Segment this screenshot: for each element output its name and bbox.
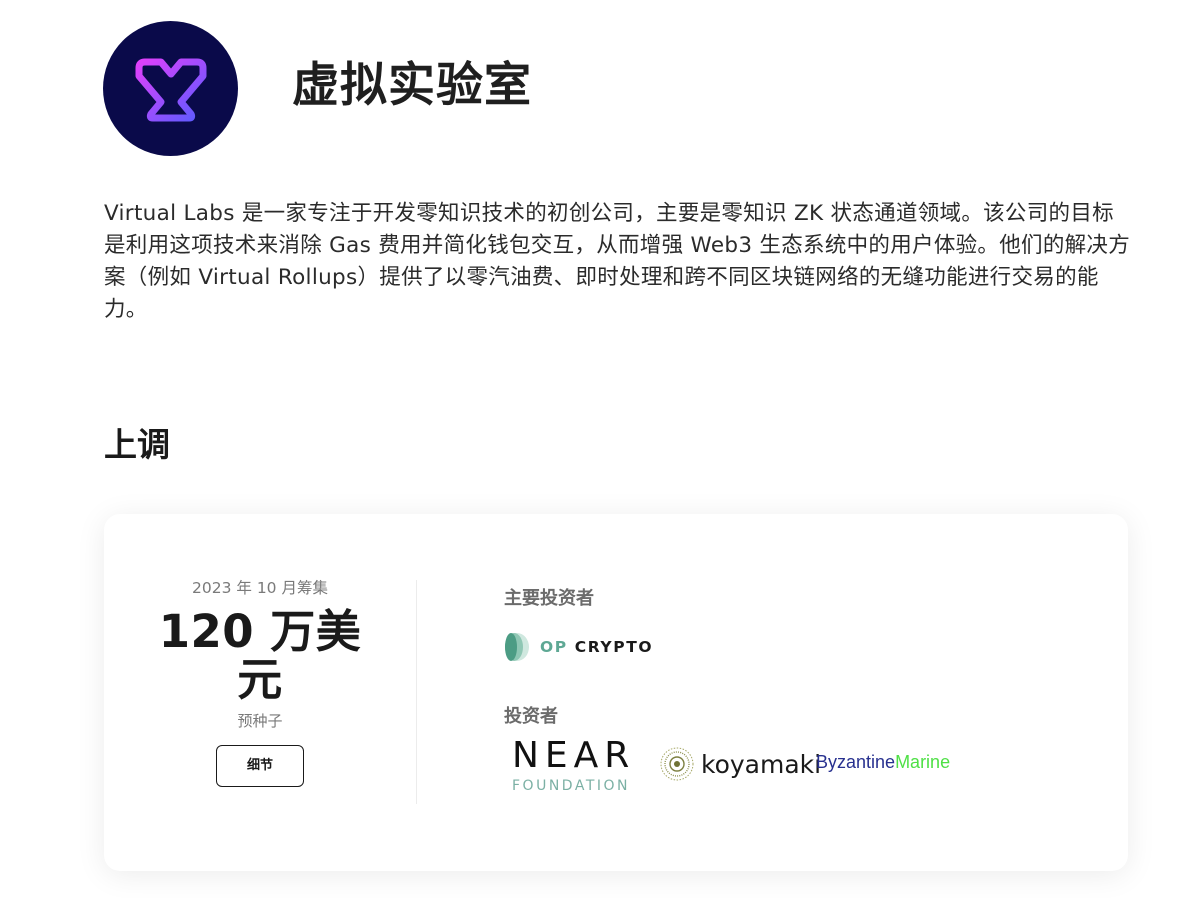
near-foundation-sub: FOUNDATION xyxy=(512,778,630,794)
op-crypto-logo[interactable]: OP CRYPTO xyxy=(504,632,653,662)
op-crypto-icon xyxy=(505,633,529,661)
company-title: 虚拟实验室 xyxy=(292,58,532,113)
round-date: 2023 年 10 月筹集 xyxy=(192,579,328,597)
koyamaki-logo[interactable]: koyamaki xyxy=(659,746,821,782)
details-button[interactable]: 细节 xyxy=(216,745,304,787)
funding-round-card: 2023 年 10 月筹集 120 万美元 预种子 细节 主要投资者 OP CR… xyxy=(104,514,1128,871)
round-stage: 预种子 xyxy=(237,712,283,730)
company-description: Virtual Labs 是一家专注于开发零知识技术的初创公司，主要是零知识 Z… xyxy=(104,201,1131,322)
virtual-labs-logo-icon xyxy=(135,58,206,121)
funding-section-heading: 上调 xyxy=(104,425,170,464)
koyamaki-emblem-icon xyxy=(660,747,694,781)
byzantine-marine-name-part2: Marine xyxy=(895,752,951,772)
round-amount: 120 万美元 xyxy=(158,605,362,706)
investors-label: 投资者 xyxy=(504,706,558,727)
near-foundation-name: NEAR xyxy=(512,735,636,776)
lead-investors-label: 主要投资者 xyxy=(504,588,594,609)
near-foundation-logo[interactable]: NEAR FOUNDATION xyxy=(512,735,636,795)
koyamaki-name: koyamaki xyxy=(701,749,822,779)
card-divider xyxy=(416,580,417,804)
company-logo xyxy=(103,21,238,156)
op-crypto-name-part1: OP xyxy=(540,638,568,656)
op-crypto-name-part2: CRYPTO xyxy=(574,638,654,656)
byzantine-marine-name-part1: Byzantine xyxy=(816,752,896,772)
round-summary: 2023 年 10 月筹集 120 万美元 预种子 细节 xyxy=(144,576,376,787)
byzantine-marine-logo[interactable]: ByzantineMarine xyxy=(816,752,950,773)
